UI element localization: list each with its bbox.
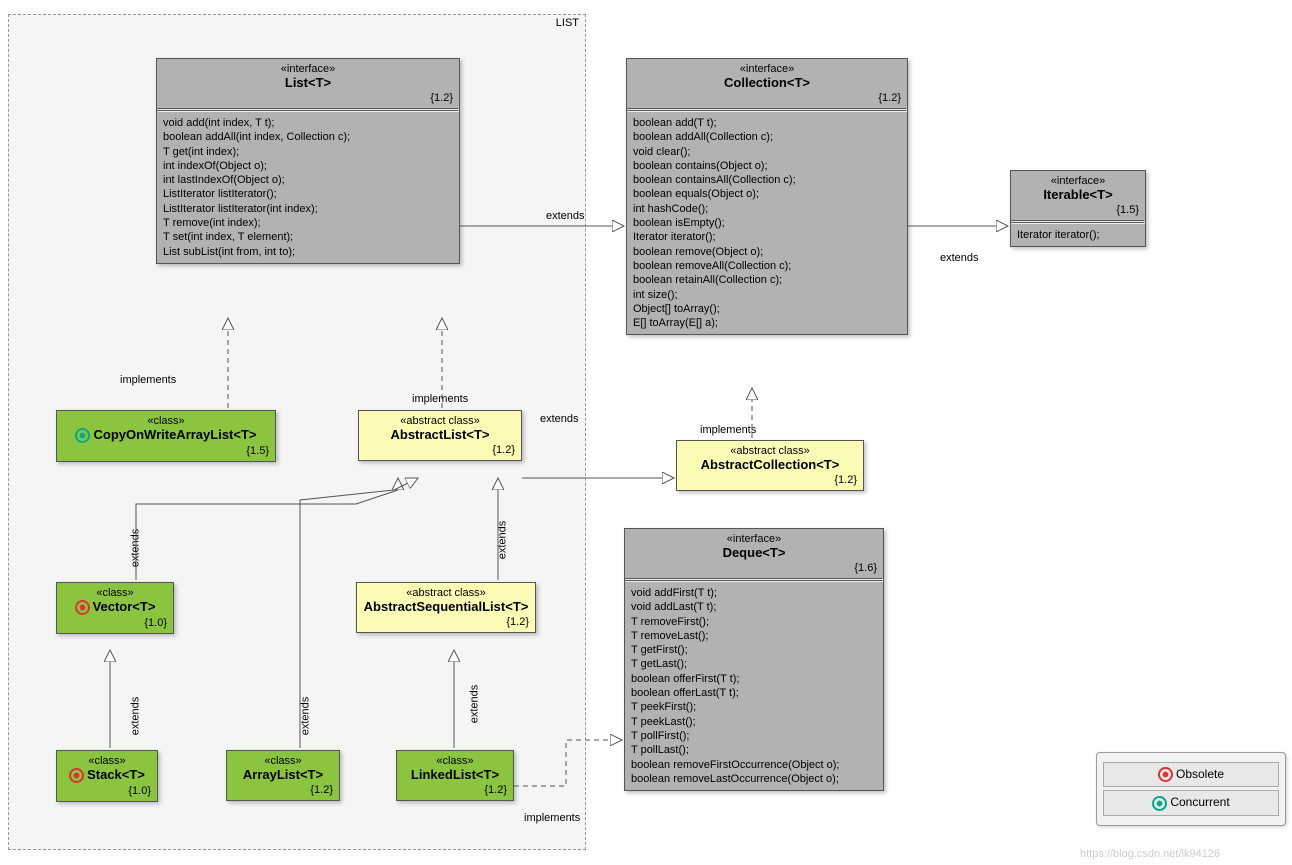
arraylist-stereotype: «class»: [233, 755, 333, 767]
collection-version: {1.2}: [627, 92, 907, 108]
rel-implements: implements: [524, 812, 580, 824]
concurrent-icon: [75, 428, 90, 443]
iterable-methods: Iterator iterator();: [1011, 224, 1145, 246]
class-collection: «interface» Collection<T> {1.2} boolean …: [626, 58, 908, 335]
abstractsequentiallist-name: AbstractSequentialList<T>: [363, 599, 529, 614]
class-stack: «class» Stack<T> {1.0}: [56, 750, 158, 802]
class-abstractcollection: «abstract class» AbstractCollection<T> {…: [676, 440, 864, 491]
obsolete-icon: [69, 768, 84, 783]
container-label: LIST: [556, 17, 579, 29]
stack-name: Stack<T>: [63, 767, 151, 783]
abstractcollection-version: {1.2}: [677, 474, 863, 490]
collection-name: Collection<T>: [633, 75, 901, 90]
abstractlist-name: AbstractList<T>: [365, 427, 515, 442]
deque-name: Deque<T>: [631, 545, 877, 560]
legend-concurrent: Concurrent: [1103, 790, 1279, 815]
rel-extends: extends: [129, 529, 141, 568]
iterable-name: Iterable<T>: [1017, 187, 1139, 202]
arraylist-name: ArrayList<T>: [233, 767, 333, 782]
iterable-stereotype: «interface»: [1017, 175, 1139, 187]
collection-methods: boolean add(T t);boolean addAll(Collecti…: [627, 112, 907, 334]
class-copyonwrite: «class» CopyOnWriteArrayList<T> {1.5}: [56, 410, 276, 462]
legend-obsolete: Obsolete: [1103, 762, 1279, 787]
copyonwrite-name: CopyOnWriteArrayList<T>: [63, 427, 269, 443]
copyonwrite-version: {1.5}: [57, 445, 275, 461]
list-methods: void add(int index, T t);boolean addAll(…: [157, 112, 459, 263]
linkedlist-version: {1.2}: [397, 784, 513, 800]
arraylist-version: {1.2}: [227, 784, 339, 800]
deque-version: {1.6}: [625, 562, 883, 578]
rel-extends: extends: [468, 685, 480, 724]
list-stereotype: «interface»: [163, 63, 453, 75]
concurrent-icon: [1152, 796, 1167, 811]
rel-extends: extends: [129, 697, 141, 736]
deque-stereotype: «interface»: [631, 533, 877, 545]
class-arraylist: «class» ArrayList<T> {1.2}: [226, 750, 340, 801]
class-linkedlist: «class» LinkedList<T> {1.2}: [396, 750, 514, 801]
linkedlist-stereotype: «class»: [403, 755, 507, 767]
class-vector: «class» Vector<T> {1.0}: [56, 582, 174, 634]
abstractcollection-stereotype: «abstract class»: [683, 445, 857, 457]
obsolete-icon: [75, 600, 90, 615]
linkedlist-name: LinkedList<T>: [403, 767, 507, 782]
class-iterable: «interface» Iterable<T> {1.5} Iterator i…: [1010, 170, 1146, 247]
iterable-version: {1.5}: [1011, 204, 1145, 220]
abstractlist-stereotype: «abstract class»: [365, 415, 515, 427]
rel-extends: extends: [299, 697, 311, 736]
rel-extends: extends: [940, 252, 979, 264]
collection-stereotype: «interface»: [633, 63, 901, 75]
list-version: {1.2}: [157, 92, 459, 108]
abstractsequentiallist-version: {1.2}: [357, 616, 535, 632]
rel-implements: implements: [700, 424, 756, 436]
obsolete-icon: [1158, 767, 1173, 782]
vector-version: {1.0}: [57, 617, 173, 633]
abstractsequentiallist-stereotype: «abstract class»: [363, 587, 529, 599]
rel-extends: extends: [546, 210, 585, 222]
deque-methods: void addFirst(T t);void addLast(T t);T r…: [625, 582, 883, 790]
copyonwrite-stereotype: «class»: [63, 415, 269, 427]
rel-extends: extends: [496, 521, 508, 560]
vector-stereotype: «class»: [63, 587, 167, 599]
class-abstractsequentiallist: «abstract class» AbstractSequentialList<…: [356, 582, 536, 633]
vector-name: Vector<T>: [63, 599, 167, 615]
class-list: «interface» List<T> {1.2} void add(int i…: [156, 58, 460, 264]
watermark: https://blog.csdn.net/lk94126: [1080, 848, 1220, 860]
stack-version: {1.0}: [57, 785, 157, 801]
class-deque: «interface» Deque<T> {1.6} void addFirst…: [624, 528, 884, 791]
abstractlist-version: {1.2}: [359, 444, 521, 460]
legend: Obsolete Concurrent: [1096, 752, 1286, 826]
rel-extends: extends: [540, 413, 579, 425]
abstractcollection-name: AbstractCollection<T>: [683, 457, 857, 472]
rel-implements: implements: [412, 393, 468, 405]
class-abstractlist: «abstract class» AbstractList<T> {1.2}: [358, 410, 522, 461]
stack-stereotype: «class»: [63, 755, 151, 767]
list-name: List<T>: [163, 75, 453, 90]
rel-implements: implements: [120, 374, 176, 386]
